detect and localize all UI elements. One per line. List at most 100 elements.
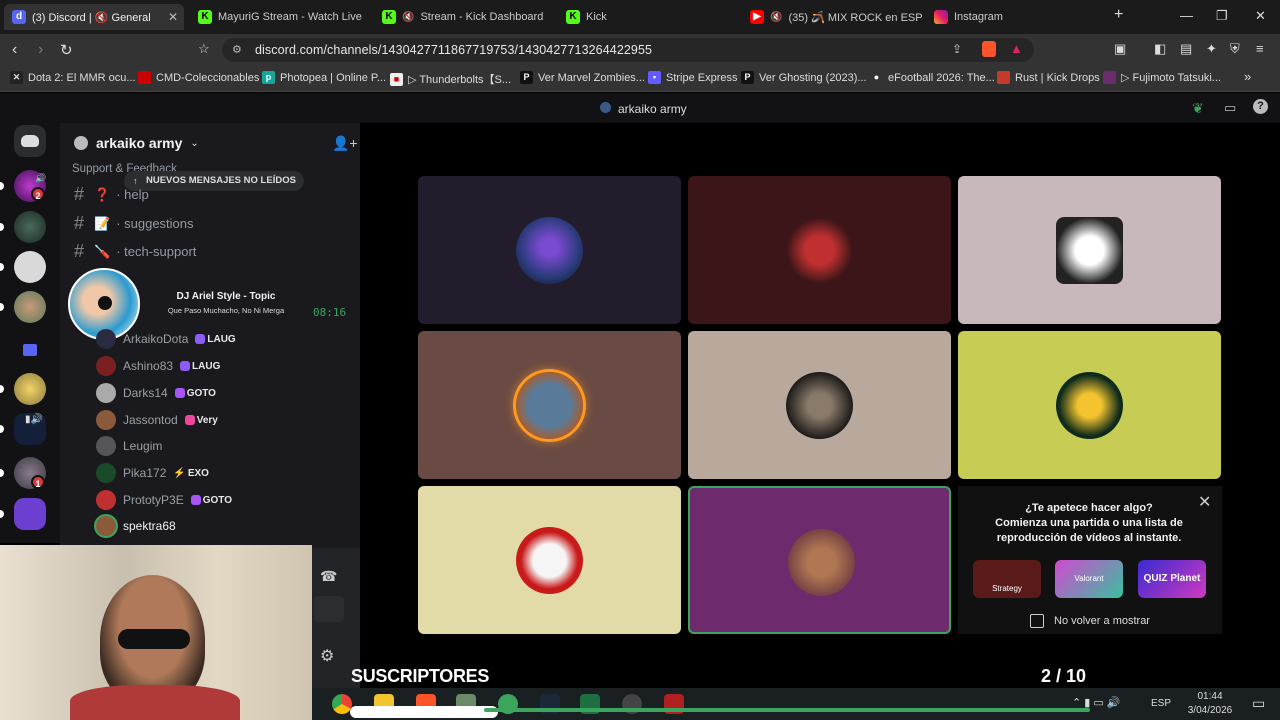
subscriber-counter: 2 / 10 — [1041, 666, 1087, 686]
bookmark-item[interactable]: P Ver Ghosting (2023)... — [741, 71, 867, 84]
channel-help[interactable]: # ❓ · help — [74, 184, 149, 205]
tab-youtube[interactable]: ▶ 🔇 (35) 🪃 MIX ROCK en ESPAÑOL — [742, 4, 922, 30]
participant-tile[interactable] — [418, 176, 681, 324]
close-window-icon[interactable]: ✕ — [1255, 8, 1266, 24]
dont-show-row[interactable]: No volver a mostrar — [1030, 614, 1150, 628]
reader-icon[interactable]: ▣ — [1114, 41, 1126, 57]
close-icon[interactable]: ✕ — [1198, 492, 1211, 512]
channel-tech-support[interactable]: # 🪛 · tech-support — [74, 241, 196, 262]
tab-mayuri[interactable]: K MayuriG Stream - Watch Live — [190, 4, 365, 30]
tray-icons[interactable]: ⌃ ▮ ▭ 🔊 — [1072, 696, 1121, 709]
voice-member[interactable]: Ashino83 LAUG — [96, 356, 220, 376]
discord-home-icon[interactable] — [14, 125, 46, 157]
clock[interactable]: 01:44 3/04/2026 — [1180, 690, 1240, 718]
notification-icon[interactable]: ▭ — [1252, 695, 1265, 712]
participant-tile[interactable] — [418, 486, 681, 634]
sidebar-icon[interactable]: ◧ — [1154, 41, 1166, 57]
invite-icon[interactable]: 👤+ — [332, 135, 358, 152]
server-icon[interactable] — [14, 251, 46, 283]
channel-suggestions[interactable]: # 📝 · suggestions — [74, 213, 194, 234]
folder-icon[interactable] — [14, 334, 46, 366]
taskbar-search[interactable] — [350, 706, 498, 718]
bookmark-item[interactable]: ✕ Dota 2: El MMR ocu... — [10, 71, 136, 84]
back-icon[interactable]: ‹ — [12, 41, 17, 59]
new-messages-pill[interactable]: ↑ NUEVOS MENSAJES NO LEÍDOS — [124, 171, 304, 191]
anime-icon — [1103, 71, 1116, 84]
inbox-icon[interactable]: ▭ — [1224, 100, 1236, 116]
tab-kick-dashboard[interactable]: K 🔇 Stream - Kick Dashboard — [374, 4, 554, 30]
brave-shield-icon[interactable] — [982, 41, 996, 57]
vpn-icon[interactable]: ⛨ — [1230, 41, 1240, 57]
help-icon[interactable]: ? — [1253, 99, 1268, 114]
avatar — [96, 436, 116, 456]
voice-member[interactable]: Pika172 ⚡ EXO — [96, 463, 209, 483]
now-playing-title: DJ Ariel Style - Topic — [176, 291, 276, 302]
participant-tile[interactable] — [958, 176, 1221, 324]
server-icon[interactable] — [14, 211, 46, 243]
disconnect-icon[interactable]: ☎ — [320, 568, 337, 585]
server-icon[interactable] — [14, 291, 46, 323]
participant-tile[interactable] — [688, 176, 951, 324]
bookmark-item[interactable]: P Ver Marvel Zombies... — [520, 71, 645, 84]
server-icon[interactable] — [14, 498, 46, 530]
menu-icon[interactable]: ≡ — [1256, 41, 1264, 56]
member-name: Darks14 — [123, 386, 168, 400]
checkbox[interactable] — [1030, 614, 1044, 628]
chrome-icon[interactable] — [332, 694, 352, 714]
reload-icon[interactable]: ↻ — [60, 41, 73, 59]
server-icon[interactable] — [14, 373, 46, 405]
url-field[interactable]: ⚙ discord.com/channels/14304277118677197… — [222, 38, 1034, 62]
bookmark-item[interactable]: CMD-Coleccionables — [138, 71, 259, 84]
voice-member[interactable]: Jassontod Very — [96, 410, 218, 430]
screen: d (3) Discord | 🔇 General ✕ K MayuriG St… — [0, 0, 1280, 720]
camera-button[interactable] — [314, 596, 344, 622]
activity-game[interactable]: QUIZ Planet — [1138, 560, 1206, 598]
leo-icon[interactable]: ✦ — [1206, 41, 1217, 57]
avatar — [96, 383, 116, 403]
voice-member[interactable]: PrototyP3E GOTO — [96, 490, 232, 510]
suscriptores-label: SUSCRIPTORES — [351, 666, 490, 686]
voice-member[interactable]: spektra68 — [96, 516, 176, 536]
participant-tile[interactable] — [958, 331, 1221, 479]
tab-instagram[interactable]: Instagram — [926, 4, 1106, 30]
hash-icon: # — [74, 241, 85, 261]
bookmark-item[interactable]: p Photopea | Online P... — [262, 71, 386, 84]
leaf-icon[interactable]: ❦ — [1192, 100, 1204, 117]
more-bookmarks-icon[interactable]: » — [1244, 69, 1251, 84]
tab-discord[interactable]: d (3) Discord | 🔇 General ✕ — [4, 4, 184, 30]
participant-tile[interactable] — [688, 331, 951, 479]
site-info-icon[interactable]: ⚙ — [232, 43, 242, 56]
wallet-icon[interactable]: ▤ — [1180, 41, 1192, 57]
share-icon[interactable]: ⇪ — [952, 42, 962, 56]
bookmark-item[interactable]: ● eFootball 2026: The... — [870, 71, 995, 84]
minimize-icon[interactable]: — — [1180, 8, 1193, 23]
participant-tile[interactable] — [418, 331, 681, 479]
bookmark-item[interactable]: ■ ▷ Thunderbolts【S... — [390, 71, 511, 87]
member-name: Jassontod — [123, 413, 178, 427]
voice-member[interactable]: ArkaikoDota LAUG — [96, 329, 236, 349]
language-indicator[interactable]: ESP — [1151, 698, 1171, 709]
new-tab-icon[interactable]: + — [1114, 6, 1123, 24]
activity-game[interactable]: Valorant — [1055, 560, 1123, 598]
participant-avatar — [516, 372, 583, 439]
bookmark-icon[interactable]: ☆ — [198, 41, 210, 57]
voice-member[interactable]: Leugim — [96, 436, 162, 456]
voice-member[interactable]: Darks14 GOTO — [96, 383, 216, 403]
maximize-icon[interactable]: ❐ — [1216, 8, 1228, 24]
pill-label: NUEVOS MENSAJES NO LEÍDOS — [146, 175, 296, 186]
bookmark-item[interactable]: ▷ Fujimoto Tatsuki... — [1103, 71, 1221, 84]
bookmark-item[interactable]: Rust | Kick Drops — [997, 71, 1100, 84]
unread-pill — [0, 223, 4, 231]
unread-pill — [0, 303, 4, 311]
tab-kick[interactable]: K Kick — [558, 4, 738, 30]
forward-icon[interactable]: › — [38, 41, 43, 59]
participant-tile[interactable] — [688, 486, 951, 634]
activity-game[interactable]: Strategy — [973, 560, 1041, 598]
address-bar-row: ‹ › ↻ ☆ ⚙ discord.com/channels/143042771… — [0, 34, 1280, 66]
server-header[interactable]: arkaiko army ⌄ — [74, 135, 199, 151]
brave-rewards-icon[interactable]: ▲ — [1010, 41, 1023, 56]
member-tag: GOTO — [190, 495, 232, 506]
bookmark-item[interactable]: ▪ Stripe Express — [648, 71, 738, 84]
settings-gear-icon[interactable]: ⚙ — [320, 646, 334, 666]
close-icon[interactable]: ✕ — [168, 10, 178, 24]
